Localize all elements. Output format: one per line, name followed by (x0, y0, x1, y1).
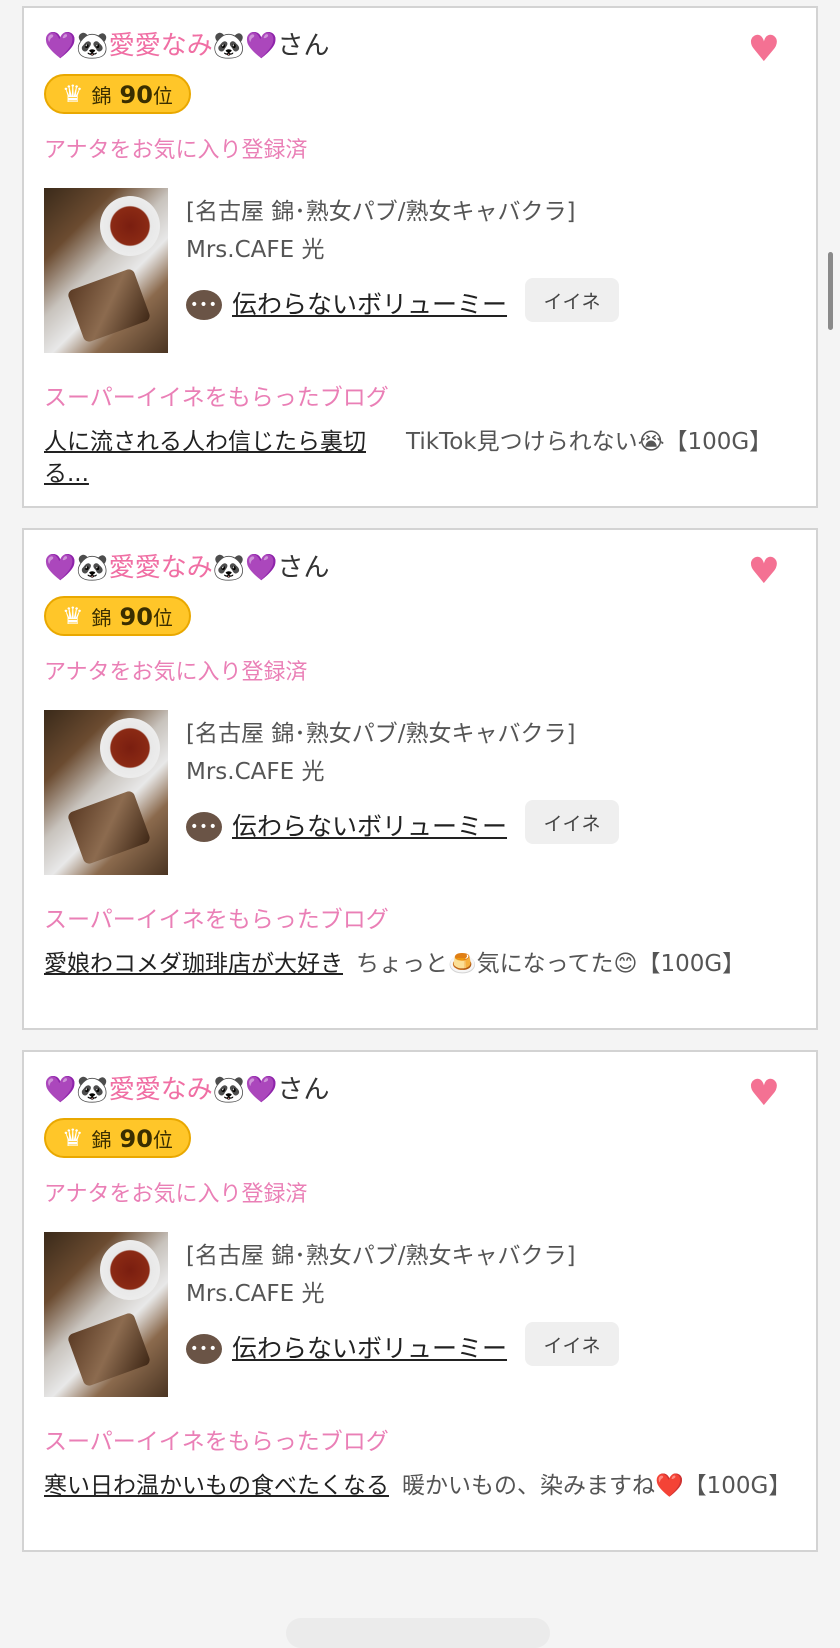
blog-row: ••• 伝わらないボリューミー イイネ (186, 278, 620, 322)
scrollbar-thumb[interactable] (828, 252, 833, 330)
blog-title-link[interactable]: 伝わらないボリューミー (232, 807, 507, 843)
blog-title-link[interactable]: 伝わらないボリューミー (232, 285, 507, 321)
honorific: さん (277, 1075, 330, 1105)
rank-badge: ♛ 錦 90位 (44, 596, 191, 636)
rank-badge: ♛ 錦 90位 (44, 1118, 191, 1158)
super-blog-title-link[interactable]: 寒い日わ温かいもの食べたくなる (44, 1470, 389, 1502)
shop-category: [名古屋 錦･熟女パブ/熟女キャバクラ] (186, 199, 576, 225)
blog-thumbnail[interactable] (44, 188, 168, 353)
blog-title-link[interactable]: 伝わらないボリューミー (232, 1329, 507, 1365)
favorite-user-card: 💜🐼愛愛なみ🐼💜さん ♥ ♛ 錦 90位 アナタをお気に入り登録済 [名古屋 錦… (22, 528, 818, 1030)
shop-name: Mrs.CAFE 光 (186, 237, 325, 263)
user-name-prefix: 💜🐼 (44, 1075, 109, 1105)
chat-bubble-icon: ••• (186, 1334, 222, 1364)
user-nickname: 愛愛なみ (108, 1075, 213, 1105)
super-iine-heading: スーパーイイネをもらったブログ (44, 907, 389, 933)
super-iine-heading: スーパーイイネをもらったブログ (44, 385, 389, 411)
super-blog-comment: 暖かいもの、染みますね❤️【100G】 (402, 1473, 792, 1499)
user-name-prefix: 💜🐼 (44, 553, 109, 583)
rank-number: 90 (119, 80, 153, 109)
super-blog-title-link[interactable]: 愛娘わコメダ珈琲店が大好き (44, 948, 344, 980)
shop-category: [名古屋 錦･熟女パブ/熟女キャバクラ] (186, 721, 576, 747)
user-name-link[interactable]: 💜🐼愛愛なみ🐼💜さん (44, 28, 330, 64)
iine-button[interactable]: イイネ (525, 1322, 620, 1366)
super-blog-comment: TikTok見つけられない😭【100G】 (406, 429, 773, 455)
rank-unit: 位 (152, 1127, 173, 1152)
heart-icon[interactable]: ♥ (748, 32, 780, 68)
favorite-registered-note: アナタをお気に入り登録済 (44, 1182, 308, 1207)
super-blog-title-link[interactable]: 人に流される人わ信じたら裏切る... (44, 426, 389, 490)
favorite-registered-note: アナタをお気に入り登録済 (44, 660, 308, 685)
blog-thumbnail[interactable] (44, 710, 168, 875)
favorite-registered-note: アナタをお気に入り登録済 (44, 138, 308, 163)
rank-number: 90 (119, 1124, 153, 1153)
crown-icon: ♛ (62, 602, 84, 630)
rank-area: 錦 (91, 605, 112, 630)
blog-row: ••• 伝わらないボリューミー イイネ (186, 800, 620, 844)
blog-thumbnail[interactable] (44, 1232, 168, 1397)
blog-row: ••• 伝わらないボリューミー イイネ (186, 1322, 620, 1366)
honorific: さん (277, 31, 330, 61)
iine-button[interactable]: イイネ (525, 278, 620, 322)
rank-area: 錦 (91, 1127, 112, 1152)
heart-icon[interactable]: ♥ (748, 554, 780, 590)
rank-unit: 位 (152, 83, 173, 108)
user-name-suffix: 🐼💜 (212, 1075, 278, 1105)
super-blog-comment: ちょっと🍮気になってた😊【100G】 (356, 951, 746, 977)
favorite-user-card: 💜🐼愛愛なみ🐼💜さん ♥ ♛ 錦 90位 アナタをお気に入り登録済 [名古屋 錦… (22, 1050, 818, 1552)
user-name-link[interactable]: 💜🐼愛愛なみ🐼💜さん (44, 1072, 330, 1108)
iine-button[interactable]: イイネ (525, 800, 620, 844)
honorific: さん (277, 553, 330, 583)
chat-bubble-icon: ••• (186, 290, 222, 320)
shop-name: Mrs.CAFE 光 (186, 759, 325, 785)
super-iine-heading: スーパーイイネをもらったブログ (44, 1429, 389, 1455)
user-name-suffix: 🐼💜 (212, 31, 278, 61)
user-name-suffix: 🐼💜 (212, 553, 278, 583)
rank-area: 錦 (91, 83, 112, 108)
user-name-prefix: 💜🐼 (44, 31, 109, 61)
shop-category: [名古屋 錦･熟女パブ/熟女キャバクラ] (186, 1243, 576, 1269)
crown-icon: ♛ (62, 80, 84, 108)
user-nickname: 愛愛なみ (108, 553, 213, 583)
crown-icon: ♛ (62, 1124, 84, 1152)
shop-name: Mrs.CAFE 光 (186, 1281, 325, 1307)
user-name-link[interactable]: 💜🐼愛愛なみ🐼💜さん (44, 550, 330, 586)
rank-number: 90 (119, 602, 153, 631)
heart-icon[interactable]: ♥ (748, 1076, 780, 1112)
user-nickname: 愛愛なみ (108, 31, 213, 61)
rank-unit: 位 (152, 605, 173, 630)
chat-bubble-icon: ••• (186, 812, 222, 842)
bottom-tab-indicator (286, 1618, 550, 1648)
favorite-user-card: 💜🐼愛愛なみ🐼💜さん ♥ ♛ 錦 90位 アナタをお気に入り登録済 [名古屋 錦… (22, 6, 818, 508)
rank-badge: ♛ 錦 90位 (44, 74, 191, 114)
